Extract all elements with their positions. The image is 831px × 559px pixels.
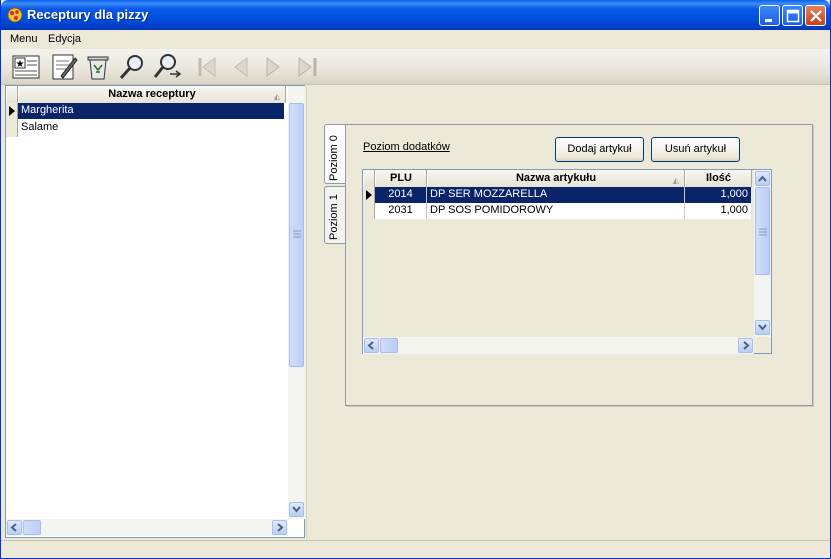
table-row[interactable]: Margherita	[18, 103, 284, 119]
search-icon	[119, 55, 143, 80]
level-label: Poziom dodatków	[363, 141, 450, 153]
scroll-down-button[interactable]	[289, 502, 304, 517]
edit-record-icon	[52, 54, 78, 80]
row-indicator-header	[6, 86, 18, 103]
menu-item-menu[interactable]: Menu	[10, 33, 38, 45]
tab-poziom-1[interactable]: Poziom 1	[324, 186, 346, 244]
scroll-right-button[interactable]	[272, 520, 287, 535]
chevron-down-icon	[292, 506, 301, 513]
chevron-up-icon	[758, 175, 767, 182]
app-window: Receptury dla pizzy Menu Edycja ★ Nazwa …	[0, 0, 831, 559]
last-record-button[interactable]	[293, 52, 323, 82]
add-article-button[interactable]: Dodaj artykuł	[555, 137, 644, 162]
grip-icon	[759, 228, 767, 236]
scroll-up-button[interactable]	[755, 171, 770, 186]
column-header-plu[interactable]: PLU	[375, 170, 427, 187]
chevron-right-icon	[743, 341, 750, 350]
splitter[interactable]	[306, 86, 307, 538]
column-header-quantity[interactable]: Ilość	[685, 170, 752, 187]
recipes-horizontal-scrollbar[interactable]	[6, 519, 288, 536]
menu-bar: Menu Edycja	[1, 30, 830, 49]
recipe-name-cell: Margherita	[21, 104, 74, 116]
articles-vertical-scrollbar[interactable]	[754, 170, 771, 337]
column-header-recipe-name[interactable]: Nazwa receptury ◭	[18, 86, 286, 103]
tab-label: Poziom 1	[328, 194, 340, 240]
quantity-cell: 1,000	[720, 204, 748, 216]
table-row[interactable]: Salame	[18, 120, 284, 136]
current-row-arrow-icon	[366, 190, 372, 200]
recipes-grid[interactable]: Nazwa receptury ◭ Margherita Salame	[5, 85, 305, 538]
scroll-thumb[interactable]	[755, 187, 770, 275]
recipes-vertical-scrollbar[interactable]	[288, 86, 305, 519]
scroll-right-button[interactable]	[738, 338, 753, 353]
title-bar[interactable]: Receptury dla pizzy	[1, 0, 830, 30]
prev-record-icon	[234, 57, 248, 77]
close-button[interactable]	[805, 5, 826, 26]
maximize-icon	[786, 9, 800, 23]
first-record-button[interactable]	[193, 52, 223, 82]
recipe-name-cell: Salame	[21, 121, 59, 133]
row-indicator-header	[363, 170, 375, 187]
chevron-right-icon	[277, 523, 284, 532]
articles-horizontal-scrollbar[interactable]	[363, 337, 754, 354]
articles-grid-header: PLU Nazwa artykułu ◭ Ilość	[363, 170, 752, 187]
scroll-thumb[interactable]	[380, 338, 398, 353]
svg-text:★: ★	[16, 59, 25, 70]
quantity-cell: 1,000	[720, 188, 748, 200]
grip-icon	[293, 230, 301, 238]
recipes-grid-header: Nazwa receptury ◭	[6, 86, 286, 103]
new-record-button[interactable]: ★	[11, 52, 41, 82]
pizza-app-icon	[7, 7, 23, 23]
row-indicator-column	[363, 187, 375, 219]
prev-record-button[interactable]	[227, 52, 257, 82]
last-record-icon	[298, 57, 317, 77]
level-tabs: Poziom 0 Poziom 1	[324, 124, 346, 246]
scroll-down-button[interactable]	[755, 320, 770, 335]
search-next-button[interactable]	[152, 52, 182, 82]
new-record-icon: ★	[12, 55, 40, 79]
chevron-left-icon	[367, 341, 374, 350]
delete-record-icon	[87, 56, 109, 80]
scroll-thumb[interactable]	[289, 103, 304, 367]
delete-record-button[interactable]	[83, 52, 113, 82]
column-header-label: Nazwa artykułu	[515, 172, 597, 184]
article-name-cell: DP SOS POMIDOROWY	[427, 203, 685, 219]
next-record-button[interactable]	[259, 52, 289, 82]
chevron-left-icon	[10, 523, 17, 532]
minimize-icon	[765, 19, 772, 22]
search-next-icon	[153, 54, 182, 78]
tab-poziom-0[interactable]: Poziom 0	[324, 124, 346, 184]
tab-panel: Poziom dodatków Dodaj artykuł Usuń artyk…	[345, 124, 813, 406]
next-record-icon	[266, 57, 280, 77]
remove-article-button[interactable]: Usuń artykuł	[651, 137, 740, 162]
maximize-button[interactable]	[782, 5, 803, 26]
close-icon	[810, 10, 822, 22]
plu-cell: 2031	[375, 203, 427, 219]
chevron-down-icon	[758, 324, 767, 331]
menu-item-edycja[interactable]: Edycja	[48, 33, 81, 45]
plu-cell: 2014	[375, 187, 427, 203]
status-bar	[1, 540, 830, 558]
current-row-arrow-icon	[9, 106, 15, 116]
article-name-cell: DP SER MOZZARELLA	[427, 187, 685, 203]
row-indicator-column	[6, 103, 18, 137]
scroll-thumb[interactable]	[23, 520, 41, 535]
articles-grid[interactable]: PLU Nazwa artykułu ◭ Ilość 2014 DP SER M…	[362, 169, 772, 354]
edit-record-button[interactable]	[49, 52, 79, 82]
column-header-article-name[interactable]: Nazwa artykułu ◭	[427, 170, 685, 187]
toolbar: ★	[1, 49, 830, 85]
scroll-left-button[interactable]	[364, 338, 379, 353]
table-row[interactable]: 2014 DP SER MOZZARELLA 1,000	[375, 187, 751, 203]
articles-rows: 2014 DP SER MOZZARELLA 1,000 2031 DP SOS…	[375, 187, 751, 219]
first-record-icon	[198, 57, 216, 77]
minimize-button[interactable]	[759, 5, 780, 26]
scroll-left-button[interactable]	[7, 520, 22, 535]
column-header-label: Nazwa receptury	[108, 88, 196, 100]
window-title: Receptury dla pizzy	[27, 7, 149, 22]
table-row[interactable]: 2031 DP SOS POMIDOROWY 1,000	[375, 203, 751, 219]
search-button[interactable]	[117, 52, 147, 82]
tab-label: Poziom 0	[328, 135, 340, 181]
